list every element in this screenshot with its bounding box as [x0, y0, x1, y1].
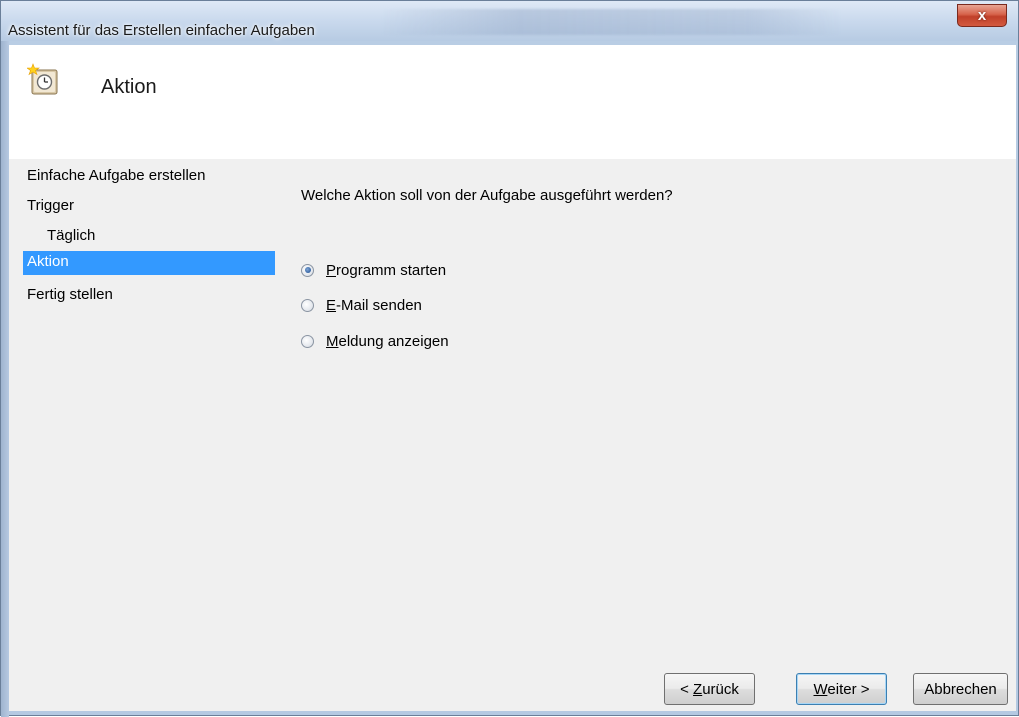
next-button[interactable]: Weiter >	[796, 673, 887, 705]
option-start-program-text: rogramm starten	[336, 261, 447, 279]
title-bar[interactable]: Assistent für das Erstellen einfacher Au…	[1, 1, 1018, 41]
option-start-program-mnemonic: P	[326, 261, 337, 279]
wizard-content: Einfache Aufgabe erstellen Trigger Tägli…	[9, 159, 1016, 711]
action-question: Welche Aktion soll von der Aufgabe ausge…	[301, 187, 673, 204]
option-show-message-label: Meldung anzeigen	[326, 333, 449, 350]
cancel-button-label: Abbrechen	[924, 680, 997, 698]
wizard-header: Aktion	[9, 45, 1016, 159]
radio-start-program[interactable]	[301, 263, 314, 277]
option-start-program[interactable]: Programm starten	[301, 259, 446, 281]
next-button-text: eiter >	[827, 680, 870, 698]
nav-step-trigger[interactable]: Trigger	[23, 191, 275, 221]
next-button-label: Weiter >	[814, 681, 870, 698]
option-send-email-label: E-Mail senden	[326, 297, 422, 314]
title-bar-glass	[381, 9, 841, 35]
nav-step-create-basic-task[interactable]: Einfache Aufgabe erstellen	[23, 161, 275, 191]
back-button-prefix: <	[680, 680, 694, 698]
wizard-window: Assistent für das Erstellen einfacher Au…	[0, 0, 1019, 717]
window-frame-left	[1, 41, 9, 717]
option-start-program-label: Programm starten	[326, 262, 446, 279]
option-show-message-text: eldung anzeigen	[338, 332, 449, 350]
back-button-text: urück	[702, 680, 739, 698]
cancel-button[interactable]: Abbrechen	[913, 673, 1008, 705]
window-title: Assistent für das Erstellen einfacher Au…	[8, 22, 315, 39]
option-show-message[interactable]: Meldung anzeigen	[301, 330, 449, 352]
wizard-step-list: Einfache Aufgabe erstellen Trigger Tägli…	[23, 161, 275, 310]
task-scheduler-clock-icon	[27, 63, 58, 95]
back-button[interactable]: < Zurück	[664, 673, 755, 705]
nav-step-daily[interactable]: Täglich	[23, 221, 275, 251]
nav-step-action[interactable]: Aktion	[23, 251, 275, 275]
radio-show-message[interactable]	[301, 334, 314, 348]
page-title: Aktion	[101, 76, 157, 98]
close-button[interactable]: x	[957, 4, 1007, 27]
option-send-email-text: -Mail senden	[336, 296, 422, 314]
option-send-email[interactable]: E-Mail senden	[301, 294, 422, 316]
back-button-label: < Zurück	[680, 681, 739, 698]
close-icon: x	[977, 7, 987, 24]
radio-send-email[interactable]	[301, 298, 314, 312]
nav-step-finish[interactable]: Fertig stellen	[23, 280, 275, 310]
back-button-mnemonic: Z	[693, 680, 703, 698]
next-button-mnemonic: W	[813, 680, 828, 698]
option-show-message-mnemonic: M	[326, 332, 339, 350]
option-send-email-mnemonic: E	[326, 296, 337, 314]
